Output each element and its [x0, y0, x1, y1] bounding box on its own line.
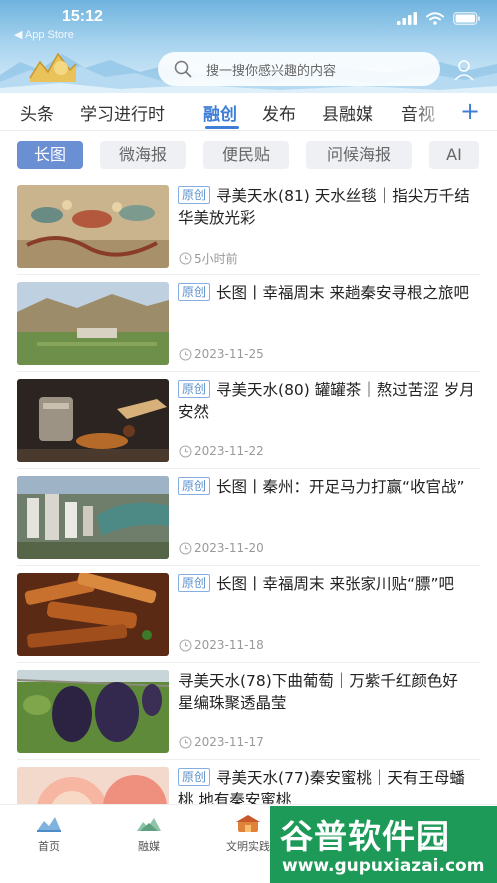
- app-header: 15:12 ◀ App Store 搜一搜你感兴趣的内容: [0, 0, 497, 93]
- original-badge: 原创: [178, 380, 211, 398]
- nav-media-label: 融媒: [138, 840, 160, 853]
- news-item[interactable]: 原创 长图丨秦州：开足马力打赢“收官战” 2023-11-20: [0, 469, 497, 566]
- news-title-text: 寻美天水(78)下曲葡萄｜万紫千红颜色好 星编珠聚透晶莹: [178, 672, 458, 712]
- nav-home[interactable]: 首页: [9, 813, 89, 854]
- active-tab-indicator: [205, 126, 239, 129]
- tab-toutiao[interactable]: 头条: [20, 100, 54, 125]
- watermark-url: www.gupuxiazai.com: [282, 856, 485, 876]
- news-time-text: 2023-11-18: [194, 638, 264, 652]
- tab-fade-overlay: [410, 93, 458, 130]
- news-thumbnail: [17, 670, 169, 753]
- news-feed: 原创 寻美天水(81) 天水丝毯｜指尖万千结 华美放光彩 5小时前 原创 长图丨幸福…: [0, 178, 497, 804]
- tab-xianrongmei[interactable]: 县融媒: [322, 100, 373, 125]
- search-placeholder: 搜一搜你感兴趣的内容: [206, 63, 337, 79]
- clock-icon: [179, 252, 192, 265]
- news-thumbnail: [17, 379, 169, 462]
- news-time-text: 2023-11-20: [194, 541, 264, 555]
- original-badge: 原创: [178, 574, 211, 592]
- news-time: 2023-11-20: [179, 541, 264, 555]
- news-thumbnail: [17, 476, 169, 559]
- watermark-overlay: 谷普软件园 www.gupuxiazai.com: [270, 806, 497, 883]
- news-title: 原创 长图丨幸福周末 来张家川贴“膘”吧: [178, 573, 478, 595]
- search-icon: [174, 60, 192, 78]
- news-item[interactable]: 原创 长图丨幸福周末 来张家川贴“膘”吧 2023-11-18: [0, 566, 497, 663]
- original-badge: 原创: [178, 186, 211, 204]
- original-badge: 原创: [178, 768, 211, 786]
- news-title-text: 寻美天水(77)秦安蜜桃｜天有王母蟠桃 地有秦安蜜桃: [178, 769, 465, 804]
- nav-home-label: 首页: [38, 840, 60, 853]
- news-time: 2023-11-25: [179, 347, 264, 361]
- original-badge: 原创: [178, 477, 211, 495]
- watermark-title: 谷普软件园: [280, 817, 450, 856]
- wifi-icon: [426, 12, 444, 25]
- app-logo-icon[interactable]: [28, 48, 78, 86]
- news-thumbnail: [17, 573, 169, 656]
- add-channel-plus-icon[interactable]: +: [456, 93, 484, 130]
- news-time-text: 5小时前: [194, 252, 238, 266]
- user-profile-icon[interactable]: [452, 58, 476, 82]
- news-title: 原创 长图丨秦州：开足马力打赢“收官战”: [178, 476, 478, 498]
- news-title-text: 长图丨秦州：开足马力打赢“收官战”: [216, 478, 465, 496]
- signal-icon: [397, 12, 417, 25]
- tab-xuexi[interactable]: 学习进行时: [80, 100, 165, 125]
- subtab-greeting-poster[interactable]: 问候海报: [306, 141, 412, 169]
- subtab-convenience[interactable]: 便民贴: [203, 141, 289, 169]
- subtab-ai[interactable]: AI: [429, 141, 479, 169]
- news-item[interactable]: 寻美天水(78)下曲葡萄｜万紫千红颜色好 星编珠聚透晶莹 2023-11-17: [0, 663, 497, 760]
- nav-media[interactable]: 融媒: [109, 813, 189, 854]
- news-thumbnail: [17, 282, 169, 365]
- tab-fabu[interactable]: 发布: [262, 100, 296, 125]
- news-item[interactable]: 原创 寻美天水(80) 罐罐茶｜熬过苦涩 岁月安然 2023-11-22: [0, 372, 497, 469]
- news-item[interactable]: 原创 寻美天水(81) 天水丝毯｜指尖万千结 华美放光彩 5小时前: [0, 178, 497, 275]
- status-bar: 15:12 ◀ App Store: [0, 0, 497, 44]
- search-bar[interactable]: 搜一搜你感兴趣的内容: [158, 52, 440, 86]
- news-item[interactable]: 原创 长图丨幸福周末 来趟秦安寻根之旅吧 2023-11-25: [0, 275, 497, 372]
- clock-icon: [179, 639, 192, 651]
- media-mountain-icon: [137, 818, 161, 831]
- news-item[interactable]: 原创 寻美天水(77)秦安蜜桃｜天有王母蟠桃 地有秦安蜜桃: [0, 760, 497, 804]
- subtab-micro-poster[interactable]: 微海报: [100, 141, 186, 169]
- news-time-text: 2023-11-17: [194, 735, 264, 749]
- clock-icon: [179, 542, 192, 554]
- sub-tabs: 长图 微海报 便民贴 问候海报 AI: [0, 131, 497, 175]
- status-time: 15:12: [62, 8, 103, 25]
- battery-icon: [453, 12, 480, 25]
- clock-icon: [179, 348, 192, 360]
- status-icons: [397, 12, 481, 25]
- news-title: 原创 长图丨幸福周末 来趟秦安寻根之旅吧: [178, 282, 478, 304]
- news-title: 原创 寻美天水(77)秦安蜜桃｜天有王母蟠桃 地有秦安蜜桃: [178, 767, 478, 804]
- news-title-text: 寻美天水(81) 天水丝毯｜指尖万千结 华美放光彩: [178, 187, 470, 227]
- tab-rongchuang[interactable]: 融创: [203, 100, 237, 125]
- news-thumbnail: [17, 185, 169, 268]
- back-to-app-store[interactable]: ◀ App Store: [14, 28, 74, 41]
- news-thumbnail: [17, 767, 169, 804]
- news-time: 2023-11-18: [179, 638, 264, 652]
- home-mountain-icon: [37, 817, 61, 832]
- news-time: 2023-11-22: [179, 444, 264, 458]
- news-title-text: 长图丨幸福周末 来张家川贴“膘”吧: [216, 575, 455, 593]
- news-time-text: 2023-11-25: [194, 347, 264, 361]
- clock-icon: [179, 736, 192, 748]
- news-title: 原创 寻美天水(81) 天水丝毯｜指尖万千结 华美放光彩: [178, 185, 478, 229]
- civilization-icon: [236, 815, 260, 832]
- subtab-long-image[interactable]: 长图: [17, 141, 83, 169]
- news-time: 5小时前: [179, 250, 238, 267]
- clock-icon: [179, 445, 192, 457]
- channel-tabs: 头条 学习进行时 融创 发布 县融媒 音视 +: [0, 93, 497, 131]
- news-title: 寻美天水(78)下曲葡萄｜万紫千红颜色好 星编珠聚透晶莹: [178, 670, 478, 714]
- original-badge: 原创: [178, 283, 211, 301]
- news-title-text: 长图丨幸福周末 来趟秦安寻根之旅吧: [216, 284, 469, 302]
- news-time: 2023-11-17: [179, 735, 264, 749]
- news-title: 原创 寻美天水(80) 罐罐茶｜熬过苦涩 岁月安然: [178, 379, 478, 423]
- news-title-text: 寻美天水(80) 罐罐茶｜熬过苦涩 岁月安然: [178, 381, 475, 421]
- news-time-text: 2023-11-22: [194, 444, 264, 458]
